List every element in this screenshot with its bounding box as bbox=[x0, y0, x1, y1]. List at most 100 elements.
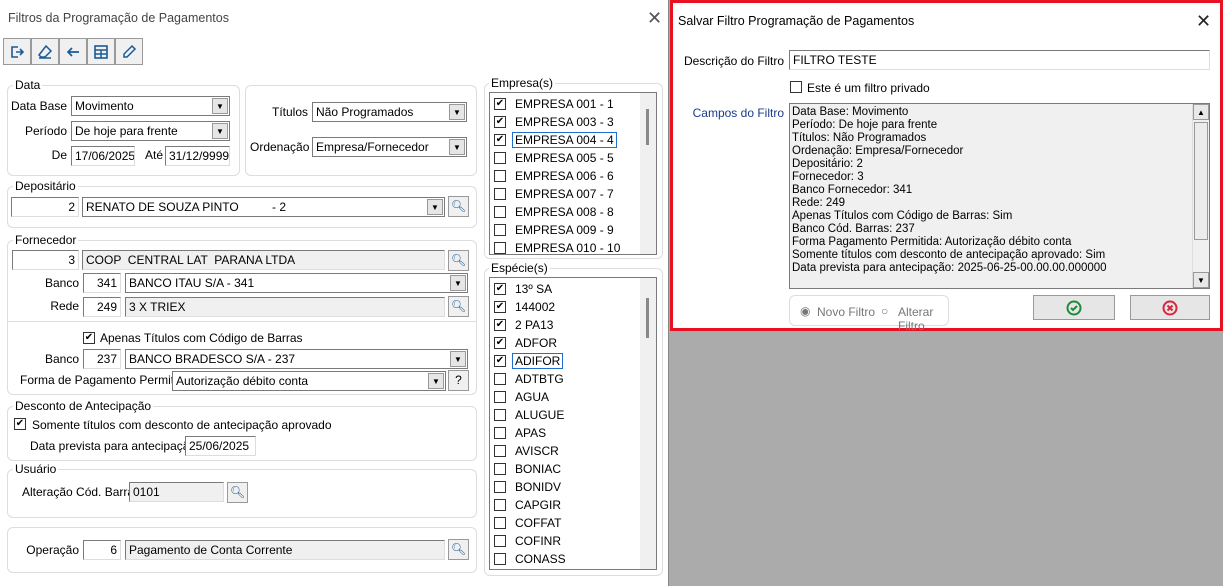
help-button[interactable]: ? bbox=[448, 370, 469, 391]
scrollbar[interactable]: ▲ ▼ bbox=[1192, 104, 1209, 288]
item-checkbox[interactable]: ✔ bbox=[494, 355, 506, 367]
list-item[interactable]: AVISCR bbox=[494, 442, 562, 460]
list-item[interactable]: EMPRESA 009 - 9 bbox=[494, 221, 617, 239]
list-item[interactable]: COFFAT bbox=[494, 514, 564, 532]
item-checkbox[interactable] bbox=[494, 499, 506, 511]
list-item[interactable]: EMPRESA 008 - 8 bbox=[494, 203, 617, 221]
scrollbar-thumb[interactable] bbox=[646, 109, 649, 145]
item-checkbox[interactable] bbox=[494, 553, 506, 565]
item-checkbox[interactable]: ✔ bbox=[494, 283, 506, 295]
barras-checkbox[interactable]: ✔ bbox=[83, 332, 95, 344]
scrollbar[interactable] bbox=[640, 278, 656, 569]
list-item[interactable]: CONASS bbox=[494, 550, 569, 568]
list-item[interactable]: ✔ 144002 bbox=[494, 298, 558, 316]
item-checkbox[interactable] bbox=[494, 535, 506, 547]
item-checkbox[interactable] bbox=[494, 152, 506, 164]
item-checkbox[interactable] bbox=[494, 481, 506, 493]
scroll-up-icon[interactable]: ▲ bbox=[1193, 104, 1209, 120]
close-icon[interactable]: ✕ bbox=[1196, 12, 1211, 30]
list-item[interactable]: AGUA bbox=[494, 388, 552, 406]
fornecedor-search-button[interactable]: 🔍︎ bbox=[448, 250, 469, 271]
back-button[interactable] bbox=[59, 38, 87, 65]
item-checkbox[interactable] bbox=[494, 517, 506, 529]
novo-radio[interactable]: ◉ bbox=[800, 304, 810, 318]
item-checkbox[interactable] bbox=[494, 373, 506, 385]
rede-code-input[interactable]: 249 bbox=[83, 297, 121, 317]
scroll-down-icon[interactable]: ▼ bbox=[1193, 272, 1209, 288]
privado-checkbox[interactable] bbox=[790, 81, 802, 93]
item-checkbox[interactable] bbox=[494, 170, 506, 182]
alterar-radio[interactable]: ○ bbox=[881, 304, 888, 318]
list-item[interactable]: BONIAC bbox=[494, 460, 564, 478]
descricao-input[interactable]: FILTRO TESTE bbox=[789, 50, 1210, 70]
depositario-code-input[interactable]: 2 bbox=[11, 197, 79, 217]
item-checkbox[interactable] bbox=[494, 427, 506, 439]
list-item[interactable]: ✔ EMPRESA 003 - 3 bbox=[494, 113, 617, 131]
depositario-select[interactable]: RENATO DE SOUZA PINTO - 2 ▼ bbox=[82, 197, 445, 217]
list-item[interactable]: ✔ ADFOR bbox=[494, 334, 560, 352]
somente-checkbox[interactable]: ✔ bbox=[14, 418, 26, 430]
list-item[interactable]: EMPRESA 010 - 10 bbox=[494, 239, 623, 254]
scrollbar-thumb[interactable] bbox=[646, 298, 649, 338]
operacao-code-input[interactable]: 6 bbox=[83, 540, 121, 560]
scrollbar[interactable] bbox=[640, 93, 656, 254]
list-item[interactable]: COFINR bbox=[494, 532, 564, 550]
list-item[interactable]: BONIDV bbox=[494, 478, 564, 496]
titulos-select[interactable]: Não Programados ▼ bbox=[312, 102, 467, 122]
clear-button[interactable] bbox=[31, 38, 59, 65]
item-checkbox[interactable]: ✔ bbox=[494, 337, 506, 349]
exit-button[interactable] bbox=[3, 38, 31, 65]
alteracao-input[interactable]: 0101 bbox=[129, 482, 224, 502]
forma-select[interactable]: Autorização débito conta ▼ bbox=[172, 371, 446, 391]
periodo-select[interactable]: De hoje para frente ▼ bbox=[71, 121, 230, 141]
list-item[interactable]: ALUGUE bbox=[494, 406, 567, 424]
rede-search-button[interactable]: 🔍︎ bbox=[448, 296, 469, 317]
banco-select[interactable]: BANCO ITAU S/A - 341 ▼ bbox=[125, 273, 468, 293]
ate-date-input[interactable]: 31/12/9999 bbox=[165, 146, 230, 166]
banco2-select[interactable]: BANCO BRADESCO S/A - 237 ▼ bbox=[125, 349, 468, 369]
list-item[interactable]: EMPRESA 007 - 7 bbox=[494, 185, 617, 203]
banco2-code-input[interactable]: 237 bbox=[83, 349, 121, 369]
item-checkbox[interactable]: ✔ bbox=[494, 301, 506, 313]
item-checkbox[interactable] bbox=[494, 224, 506, 236]
operacao-search-button[interactable]: 🔍︎ bbox=[448, 539, 469, 560]
data-prevista-input[interactable]: 25/06/2025 bbox=[185, 436, 256, 456]
usuario-search-button[interactable]: 🔍︎ bbox=[227, 482, 248, 503]
item-checkbox[interactable]: ✔ bbox=[494, 116, 506, 128]
list-item[interactable]: EMPRESA 005 - 5 bbox=[494, 149, 617, 167]
list-item[interactable]: ✔ 13º SA bbox=[494, 280, 555, 298]
list-item[interactable]: APAS bbox=[494, 424, 549, 442]
data-base-select[interactable]: Movimento ▼ bbox=[71, 96, 230, 116]
item-checkbox[interactable] bbox=[494, 188, 506, 200]
list-item[interactable]: ✔ EMPRESA 001 - 1 bbox=[494, 95, 617, 113]
item-checkbox[interactable] bbox=[494, 445, 506, 457]
ordenacao-select[interactable]: Empresa/Fornecedor ▼ bbox=[312, 137, 467, 157]
edit-button[interactable] bbox=[115, 38, 143, 65]
item-checkbox[interactable] bbox=[494, 206, 506, 218]
item-checkbox[interactable] bbox=[494, 391, 506, 403]
scrollbar-thumb[interactable] bbox=[1194, 122, 1208, 240]
de-date-input[interactable]: 17/06/2025 bbox=[71, 146, 135, 166]
item-checkbox[interactable]: ✔ bbox=[494, 98, 506, 110]
list-item[interactable]: ✔ ADIFOR bbox=[494, 352, 564, 370]
item-checkbox[interactable] bbox=[494, 242, 506, 254]
cancel-button[interactable] bbox=[1130, 295, 1210, 320]
table-button[interactable] bbox=[87, 38, 115, 65]
depositario-search-button[interactable]: 🔍︎ bbox=[448, 196, 469, 217]
banco-code-input[interactable]: 341 bbox=[83, 273, 121, 293]
campos-textarea[interactable]: ▲ ▼ Data Base: Movimento Período: De hoje… bbox=[789, 103, 1210, 289]
especies-list[interactable]: ✔ 13º SA ✔ 144002 ✔ 2 PA13 ✔ ADFOR ✔ ADIFOR ADTBTG… bbox=[489, 277, 657, 570]
list-item[interactable]: ADTBTG bbox=[494, 370, 567, 388]
fornecedor-code-input[interactable]: 3 bbox=[12, 250, 79, 270]
confirm-button[interactable] bbox=[1033, 295, 1115, 320]
list-item[interactable]: EMPRESA 006 - 6 bbox=[494, 167, 617, 185]
list-item[interactable]: CAPGIR bbox=[494, 496, 564, 514]
item-checkbox[interactable]: ✔ bbox=[494, 319, 506, 331]
list-item[interactable]: ✔ 2 PA13 bbox=[494, 316, 556, 334]
close-icon[interactable]: ✕ bbox=[647, 9, 662, 27]
item-checkbox[interactable] bbox=[494, 463, 506, 475]
item-checkbox[interactable]: ✔ bbox=[494, 134, 506, 146]
empresas-list[interactable]: ✔ EMPRESA 001 - 1 ✔ EMPRESA 003 - 3 ✔ EMPRESA… bbox=[489, 92, 657, 255]
list-item[interactable]: ✔ EMPRESA 004 - 4 bbox=[494, 131, 617, 149]
item-checkbox[interactable] bbox=[494, 409, 506, 421]
